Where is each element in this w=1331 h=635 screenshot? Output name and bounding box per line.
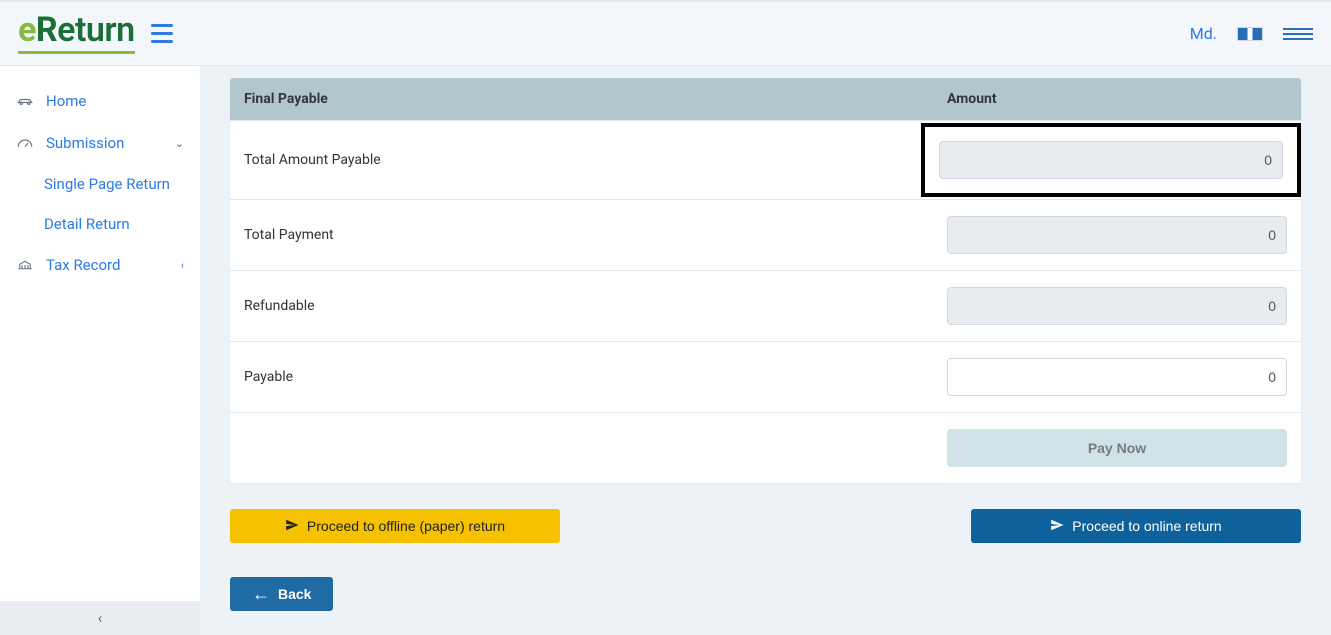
input-total-payment [947,216,1287,254]
paper-plane-icon [1050,518,1064,535]
flag-icon[interactable] [1237,27,1263,41]
sidebar-item-detail-return[interactable]: Detail Return [0,204,200,244]
final-payable-card: Final Payable Amount Total Amount Payabl… [230,78,1301,483]
header-amount: Amount [947,91,1287,107]
car-icon [16,94,34,108]
label-payable: Payable [244,369,947,385]
sidebar-item-home[interactable]: Home [0,80,200,122]
sidebar-detail-return-label: Detail Return [44,215,130,233]
chevron-down-icon: ⌄ [175,137,184,150]
sidebar-tax-record-label: Tax Record [46,256,120,274]
proceed-offline-button[interactable]: Proceed to offline (paper) return [230,509,560,543]
sidebar-submission-label: Submission [46,134,124,152]
sidebar-item-single-page[interactable]: Single Page Return [0,164,200,204]
building-icon [16,258,34,272]
logo-e: e [18,10,36,50]
label-total-amount-payable: Total Amount Payable [244,152,947,168]
label-total-payment: Total Payment [244,227,947,243]
highlighted-amount-cell [921,123,1301,197]
proceed-online-label: Proceed to online return [1072,518,1221,534]
action-row: Proceed to offline (paper) return Procee… [230,509,1301,543]
back-button[interactable]: ← Back [230,577,333,611]
arrow-left-icon: ← [252,585,270,603]
sidebar-collapse-button[interactable]: ‹ [0,601,200,635]
app-logo[interactable]: eReturn [18,13,135,54]
row-pay-now: Pay Now [230,412,1301,483]
sidebar-single-page-label: Single Page Return [44,175,170,193]
back-label: Back [278,586,311,602]
row-refundable: Refundable [230,270,1301,341]
topbar-right: Md. [1190,24,1313,43]
proceed-online-button[interactable]: Proceed to online return [971,509,1301,543]
input-payable[interactable] [947,358,1287,396]
chevron-left-icon: ‹ [181,259,184,272]
main-content: Final Payable Amount Total Amount Payabl… [200,66,1331,635]
input-refundable [947,287,1287,325]
header-label: Final Payable [244,91,947,107]
logo-wrap: eReturn [18,13,173,54]
row-payable: Payable [230,341,1301,412]
gauge-icon [16,136,34,150]
input-total-amount-payable [939,141,1283,179]
sidebar-item-tax-record[interactable]: Tax Record ‹ [0,244,200,286]
pay-now-button[interactable]: Pay Now [947,429,1287,467]
sidebar-item-submission[interactable]: Submission ⌄ [0,122,200,164]
paper-plane-icon [285,518,299,535]
lines-icon[interactable] [1283,28,1313,40]
sidebar-home-label: Home [46,92,86,110]
label-refundable: Refundable [244,298,947,314]
logo-r: R [36,10,57,50]
menu-toggle-icon[interactable] [151,24,173,43]
proceed-offline-label: Proceed to offline (paper) return [307,518,505,534]
topbar: eReturn Md. [0,0,1331,66]
logo-rest: eturn [57,10,134,50]
table-header: Final Payable Amount [230,78,1301,120]
chevron-left-icon: ‹ [98,609,103,627]
row-total-amount-payable: Total Amount Payable [230,120,1301,199]
back-row: ← Back [230,577,1301,611]
row-total-payment: Total Payment [230,199,1301,270]
sidebar: Home Submission ⌄ Single Page Return Det… [0,66,200,635]
user-name[interactable]: Md. [1190,24,1217,43]
